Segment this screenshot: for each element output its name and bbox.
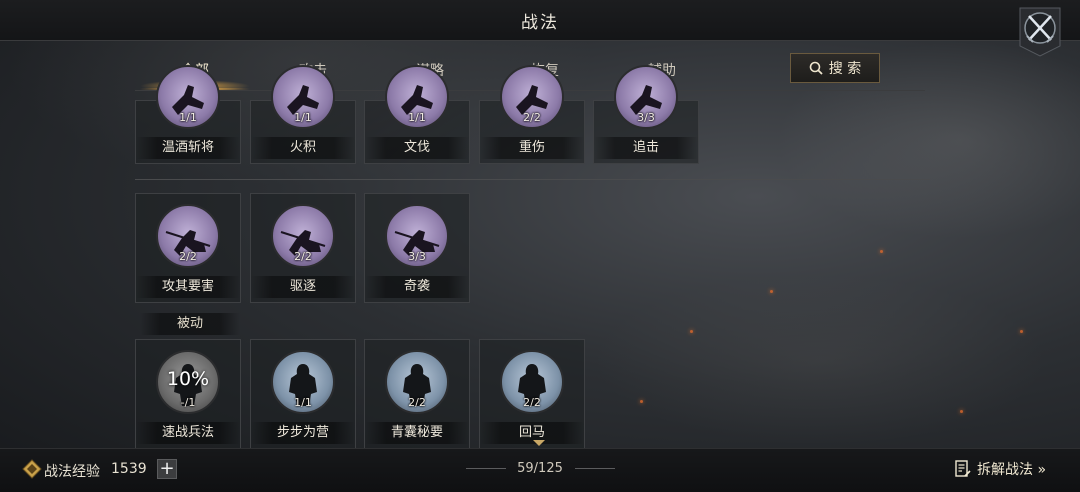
tactic-card-zhongshang[interactable]: 2/2 重伤	[479, 65, 585, 164]
tactic-count: 2/2	[408, 396, 426, 409]
tactic-exp-icon	[22, 459, 42, 479]
tactic-card-qingnangmiyao[interactable]: 2/2 青囊秘要	[364, 339, 470, 449]
tactic-icon: 1/1	[271, 350, 335, 414]
bottom-bar: 战法经验 1539 + 59/125 拆解战法 »	[0, 448, 1080, 492]
search-button[interactable]: 搜 索	[790, 53, 880, 83]
tactic-card-zhuiji[interactable]: 3/3 追击	[593, 65, 699, 164]
tactic-card-huima[interactable]: 2/2 回马	[479, 339, 585, 449]
tactic-icon: 3/3	[385, 204, 449, 268]
tactic-count: 1/1	[408, 111, 426, 124]
close-button[interactable]	[1016, 6, 1064, 58]
tactic-card-huoji[interactable]: 1/1 火积	[250, 65, 356, 164]
tactic-icon: 2/2	[500, 65, 564, 129]
title-bar: 战法	[0, 0, 1080, 41]
tactic-card-gongqiyaohai[interactable]: 2/2 攻其要害	[135, 193, 241, 303]
tactic-icon: 1/1	[271, 65, 335, 129]
tactic-name: 火积	[251, 137, 355, 159]
collection-count: 59/125	[517, 461, 563, 476]
tactic-count: 3/3	[408, 250, 426, 263]
search-button-label: 搜 索	[828, 61, 862, 77]
tactic-name: 重伤	[480, 137, 584, 159]
tactic-count: 2/2	[523, 111, 541, 124]
tactic-count: 2/2	[179, 250, 197, 263]
tactic-icon: 1/1	[385, 65, 449, 129]
tactic-name: 奇袭	[365, 276, 469, 298]
tactic-name: 速战兵法	[136, 422, 240, 444]
tactic-name: 攻其要害	[136, 276, 240, 298]
section-divider	[135, 179, 930, 180]
tactic-icon: 10% -/1	[156, 350, 220, 414]
tactic-name: 温酒斩将	[136, 137, 240, 159]
tactic-card-quzhu[interactable]: 2/2 驱逐	[250, 193, 356, 303]
tactic-exp-label: 战法经验	[44, 464, 100, 480]
scroll-down-indicator-icon	[533, 440, 545, 446]
tactic-count: 1/1	[179, 111, 197, 124]
search-icon	[809, 61, 823, 75]
passive-section-label: 被动	[140, 313, 240, 335]
crossed-swords-icon	[1019, 7, 1061, 57]
tactic-card-wenjiuzhanjiang[interactable]: 1/1 温酒斩将	[135, 65, 241, 164]
unlock-progress: 10%	[166, 368, 210, 390]
pagination-right-line	[575, 468, 615, 469]
tactic-name: 追击	[594, 137, 698, 159]
tactic-card-qixi[interactable]: 3/3 奇袭	[364, 193, 470, 303]
decompose-tactics-button[interactable]: 拆解战法 »	[955, 459, 1046, 479]
tactic-icon: 1/1	[156, 65, 220, 129]
tactic-name: 步步为营	[251, 422, 355, 444]
document-edit-icon	[955, 460, 971, 477]
tactic-card-wenfa[interactable]: 1/1 文伐	[364, 65, 470, 164]
page-title: 战法	[521, 13, 559, 33]
tactic-count: 1/1	[294, 111, 312, 124]
tactic-name: 青囊秘要	[365, 422, 469, 444]
tactic-card-suzhanbingfa[interactable]: 10% -/1 速战兵法	[135, 339, 241, 449]
decompose-tactics-label: 拆解战法 »	[977, 462, 1047, 478]
tactic-icon: 2/2	[385, 350, 449, 414]
tactic-icon: 3/3	[614, 65, 678, 129]
tactic-count: 2/2	[294, 250, 312, 263]
tactic-icon: 2/2	[156, 204, 220, 268]
tactic-count: 2/2	[523, 396, 541, 409]
tactic-exp-value: 1539	[111, 461, 147, 477]
tactic-name: 文伐	[365, 137, 469, 159]
add-exp-button[interactable]: +	[157, 459, 177, 479]
tactic-count: -/1	[180, 396, 196, 409]
tactic-icon: 2/2	[271, 204, 335, 268]
tactic-name: 回马	[480, 422, 584, 444]
tactic-name: 驱逐	[251, 276, 355, 298]
tactic-count: 1/1	[294, 396, 312, 409]
tactic-count: 3/3	[637, 111, 655, 124]
tactic-card-bubuweiying[interactable]: 1/1 步步为营	[250, 339, 356, 449]
tactic-icon: 2/2	[500, 350, 564, 414]
